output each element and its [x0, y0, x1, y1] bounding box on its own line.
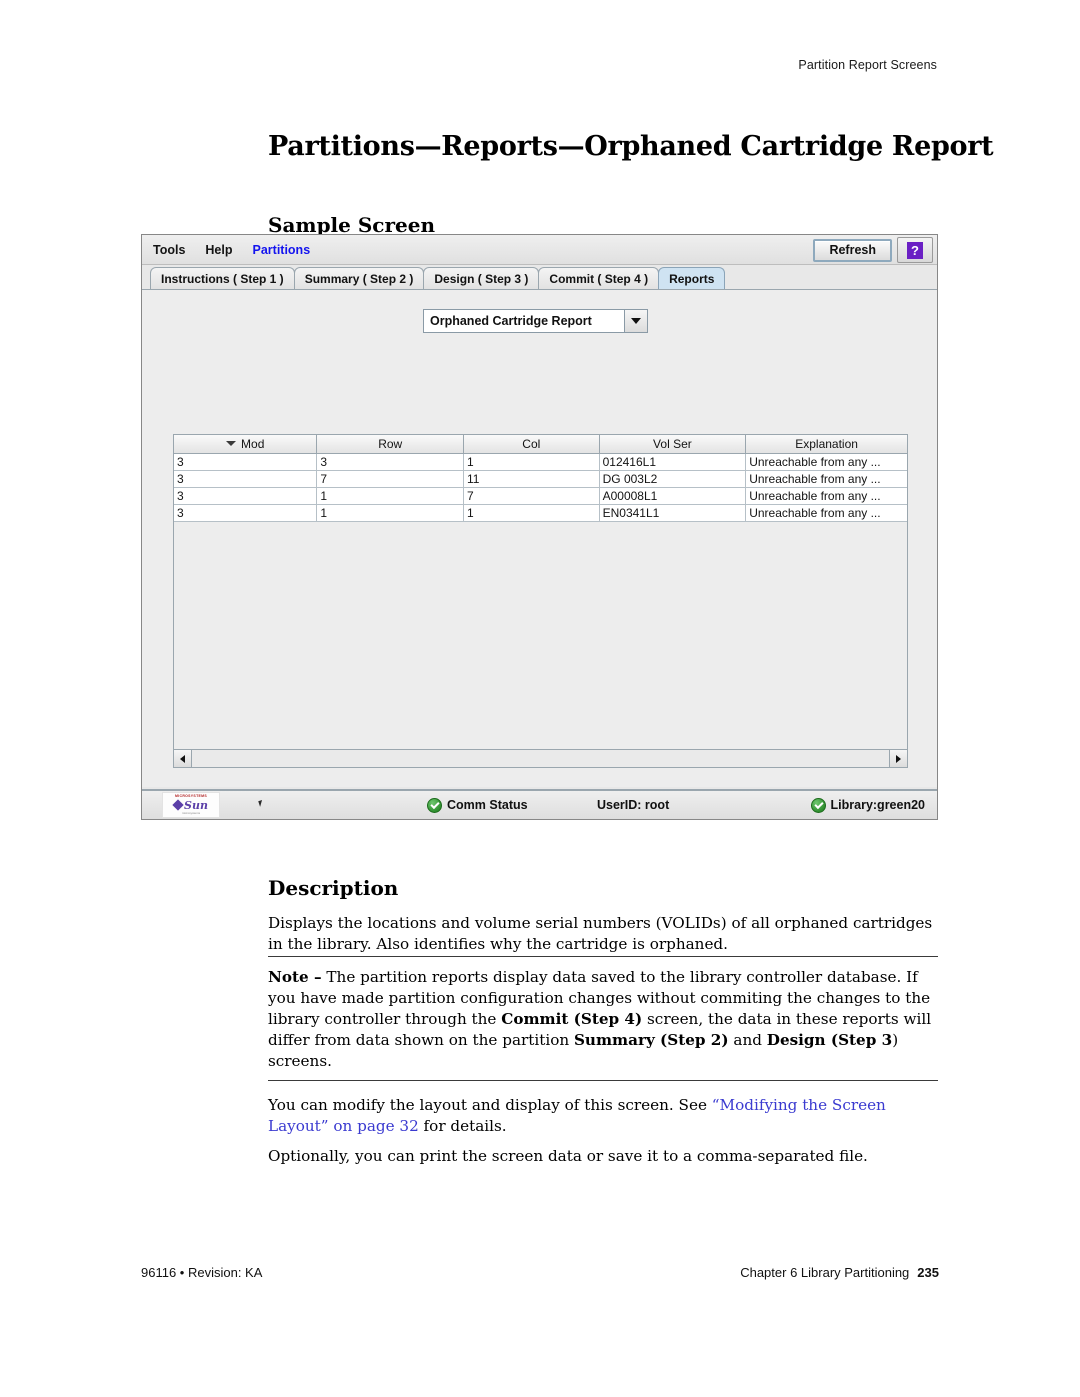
tab-commit-step-4[interactable]: Commit ( Step 4 )	[538, 267, 660, 289]
footer-left: 96116 • Revision: KA	[141, 1265, 263, 1280]
link-paragraph: You can modify the layout and display of…	[268, 1095, 938, 1137]
report-type-select-value: Orphaned Cartridge Report	[424, 310, 624, 332]
column-header-mod[interactable]: Mod	[174, 435, 318, 454]
help-button[interactable]: ?	[897, 237, 933, 263]
sun-logo: MICROSYSTEMS Sun microsystems	[162, 792, 220, 818]
tab-instructions-step-1[interactable]: Instructions ( Step 1 )	[150, 267, 295, 289]
chevron-down-icon[interactable]	[624, 310, 647, 332]
tab-strip: Instructions ( Step 1 ) Summary ( Step 2…	[142, 265, 937, 289]
sample-screen-heading: Sample Screen	[268, 212, 435, 237]
cell-row: 1	[316, 487, 465, 505]
link-paragraph-lead: You can modify the layout and display of…	[268, 1096, 712, 1115]
cell-explanation: Unreachable from any ...	[745, 470, 907, 488]
check-circle-icon	[427, 797, 442, 813]
menu-item-partitions[interactable]: Partitions	[244, 242, 320, 258]
horizontal-scrollbar[interactable]	[174, 749, 907, 767]
report-type-select[interactable]: Orphaned Cartridge Report	[423, 309, 648, 333]
note-text-part3: and	[728, 1031, 767, 1049]
footer-page-number: 235	[917, 1265, 939, 1280]
cell-vol-ser: EN0341L1	[599, 504, 747, 522]
orphaned-cartridge-table: Mod Row Col Vol Ser Explanation 3 3 1 01…	[174, 435, 907, 522]
column-header-explanation[interactable]: Explanation	[745, 435, 907, 454]
status-user-id-label: UserID: root	[597, 798, 670, 812]
tab-summary-step-2[interactable]: Summary ( Step 2 )	[293, 267, 425, 289]
sort-descending-icon	[226, 441, 237, 446]
cell-explanation: Unreachable from any ...	[745, 487, 907, 505]
menu-item-tools[interactable]: Tools	[144, 242, 194, 258]
status-comm-status: Comm Status	[427, 797, 528, 813]
column-header-col[interactable]: Col	[463, 435, 600, 454]
cell-col: 1	[463, 453, 600, 471]
footer-right: Chapter 6 Library Partitioning 235	[740, 1265, 939, 1280]
check-circle-icon	[810, 797, 826, 813]
mouse-cursor-icon	[258, 799, 267, 807]
cell-mod: 3	[174, 470, 318, 488]
tab-reports[interactable]: Reports	[658, 267, 726, 289]
status-comm-status-label: Comm Status	[447, 798, 528, 812]
note-emphasis-summary: Summary (Step 2)	[573, 1031, 729, 1049]
cell-col: 11	[463, 470, 600, 488]
note-block: Note – The partition reports display dat…	[268, 956, 938, 1081]
description-heading: Description	[268, 875, 399, 900]
cell-vol-ser: 012416L1	[599, 453, 747, 471]
status-library-label: Library:green20	[830, 798, 925, 812]
tab-design-step-3[interactable]: Design ( Step 3 )	[423, 267, 540, 289]
note-label: Note –	[268, 968, 322, 986]
optional-paragraph: Optionally, you can print the screen dat…	[268, 1147, 868, 1166]
cell-col: 1	[463, 504, 600, 522]
status-library: Library:green20	[810, 797, 925, 813]
scroll-right-arrow-icon[interactable]	[889, 750, 907, 767]
cell-vol-ser: A00008L1	[599, 487, 747, 505]
cell-col: 7	[463, 487, 600, 505]
column-header-mod-label: Mod	[241, 437, 265, 451]
table-row[interactable]: 3 1 7 A00008L1 Unreachable from any ...	[174, 487, 907, 505]
question-mark-icon: ?	[907, 241, 923, 259]
menu-bar-actions: Refresh ?	[813, 237, 933, 263]
scroll-left-arrow-icon[interactable]	[174, 750, 192, 767]
refresh-button[interactable]: Refresh	[813, 238, 892, 262]
table-row[interactable]: 3 1 1 EN0341L1 Unreachable from any ...	[174, 504, 907, 522]
scrollbar-track[interactable]	[192, 750, 889, 767]
cell-row: 3	[316, 453, 465, 471]
table-empty-area	[174, 522, 907, 749]
note-emphasis-commit: Commit (Step 4)	[501, 1010, 643, 1028]
table-header-row: Mod Row Col Vol Ser Explanation	[174, 435, 907, 454]
description-paragraph: Displays the locations and volume serial…	[268, 914, 933, 954]
running-head: Partition Report Screens	[798, 58, 937, 72]
cell-row: 7	[316, 470, 465, 488]
cell-explanation: Unreachable from any ...	[745, 504, 907, 522]
status-bar: MICROSYSTEMS Sun microsystems Comm Statu…	[142, 789, 937, 819]
footer-chapter-label: Chapter 6 Library Partitioning	[740, 1265, 910, 1280]
cell-mod: 3	[174, 487, 318, 505]
orphaned-cartridge-table-container: Mod Row Col Vol Ser Explanation 3 3 1 01…	[173, 434, 908, 768]
column-header-vol-ser[interactable]: Vol Ser	[599, 435, 747, 454]
cell-vol-ser: DG 003L2	[599, 470, 747, 488]
table-row[interactable]: 3 7 11 DG 003L2 Unreachable from any ...	[174, 470, 907, 488]
menu-bar: Tools Help Partitions Refresh ?	[142, 235, 937, 265]
table-body: 3 3 1 012416L1 Unreachable from any ... …	[174, 453, 907, 522]
link-paragraph-tail: for details.	[418, 1117, 507, 1136]
sun-logo-bottom-text: microsystems	[181, 810, 201, 815]
page-title: Partitions—Reports—Orphaned Cartridge Re…	[268, 131, 994, 163]
reports-panel: Orphaned Cartridge Report Mod Row Col Vo…	[142, 289, 937, 817]
note-emphasis-design: Design (Step 3	[766, 1031, 893, 1049]
cell-explanation: Unreachable from any ...	[745, 453, 907, 471]
cell-row: 1	[316, 504, 465, 522]
sun-logo-wordmark: Sun	[184, 798, 208, 812]
cell-mod: 3	[174, 453, 318, 471]
application-window-screenshot: Tools Help Partitions Refresh ? Instruct…	[141, 234, 938, 820]
cell-mod: 3	[174, 504, 318, 522]
sun-diamond-icon	[172, 799, 184, 811]
status-user-id: UserID: root	[597, 798, 669, 812]
table-row[interactable]: 3 3 1 012416L1 Unreachable from any ...	[174, 453, 907, 471]
menu-item-help[interactable]: Help	[196, 242, 241, 258]
column-header-row[interactable]: Row	[316, 435, 465, 454]
